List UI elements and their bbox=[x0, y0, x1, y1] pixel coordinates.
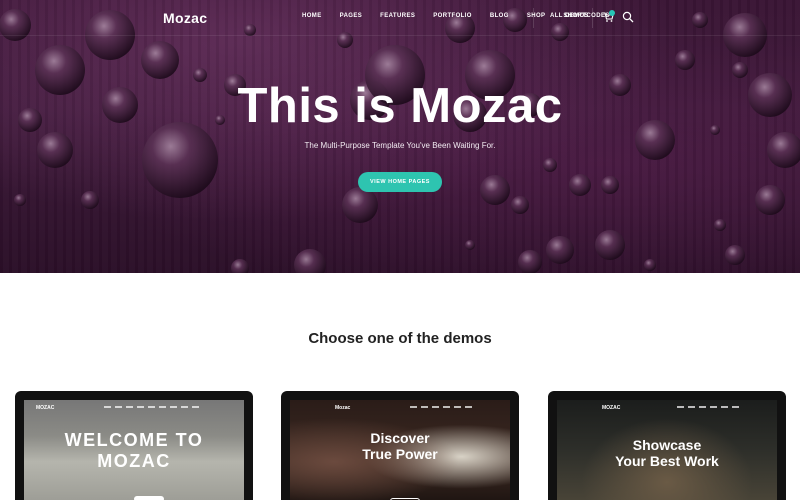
brand-logo[interactable]: Mozac bbox=[163, 10, 207, 26]
nav-item-all-demos[interactable]: ALL DEMOS bbox=[550, 13, 589, 19]
demo-preview: MOZAC WELCOME TO MOZAC bbox=[24, 400, 244, 500]
nav-item-home[interactable]: HOME bbox=[302, 13, 322, 19]
demo-button bbox=[134, 496, 164, 500]
nav-item-shop[interactable]: SHOP bbox=[527, 13, 546, 19]
demo-preview: MOZAC Showcase Your Best Work bbox=[557, 400, 777, 500]
demo-mini-nav: MOZAC bbox=[557, 400, 777, 414]
demo-title: Discover True Power bbox=[290, 430, 510, 462]
hero-title: This is Mozac bbox=[237, 79, 563, 133]
hero-subtitle: The Multi-Purpose Template You've Been W… bbox=[304, 141, 496, 150]
demo-preview: Mozac Discover True Power bbox=[290, 400, 510, 500]
demo-title-line2: True Power bbox=[362, 446, 438, 463]
demo-card-showcase[interactable]: MOZAC Showcase Your Best Work bbox=[548, 391, 786, 500]
demo-card-welcome[interactable]: MOZAC WELCOME TO MOZAC bbox=[15, 391, 253, 500]
demo-nav-links bbox=[104, 406, 203, 408]
demo-title: WELCOME TO MOZAC bbox=[24, 430, 244, 471]
cart-count-badge bbox=[609, 10, 615, 16]
demo-logo: MOZAC bbox=[36, 405, 55, 411]
demo-card-discover[interactable]: Mozac Discover True Power bbox=[281, 391, 519, 500]
nav-item-pages[interactable]: PAGES bbox=[340, 13, 363, 19]
view-home-pages-button[interactable]: VIEW HOME PAGES bbox=[358, 172, 442, 192]
nav-item-features[interactable]: FEATURES bbox=[380, 13, 415, 19]
top-navigation: Mozac HOME PAGES FEATURES PORTFOLIO BLOG… bbox=[0, 0, 800, 36]
bubbles-background bbox=[0, 8, 800, 273]
nav-divider bbox=[592, 8, 593, 28]
demo-title-line2: Your Best Work bbox=[615, 453, 719, 470]
demo-mini-nav: MOZAC bbox=[24, 400, 244, 414]
demo-title-line2: MOZAC bbox=[97, 450, 171, 471]
demo-title-line1: Showcase bbox=[632, 437, 702, 453]
hero-section: Mozac HOME PAGES FEATURES PORTFOLIO BLOG… bbox=[0, 0, 800, 273]
demo-title-line1: WELCOME TO bbox=[64, 430, 204, 450]
search-icon[interactable] bbox=[622, 11, 634, 23]
demo-nav-links bbox=[410, 406, 476, 408]
section-title: Choose one of the demos bbox=[308, 330, 492, 347]
demo-mini-nav: Mozac bbox=[290, 400, 510, 414]
demo-logo: MOZAC bbox=[602, 405, 621, 411]
nav-divider bbox=[533, 8, 534, 28]
nav-item-portfolio[interactable]: PORTFOLIO bbox=[433, 13, 472, 19]
demo-nav-links bbox=[677, 406, 743, 408]
demo-title-line1: Discover bbox=[370, 430, 430, 446]
nav-item-blog[interactable]: BLOG bbox=[490, 13, 509, 19]
demo-logo: Mozac bbox=[335, 405, 351, 411]
demo-title: Showcase Your Best Work bbox=[557, 437, 777, 469]
